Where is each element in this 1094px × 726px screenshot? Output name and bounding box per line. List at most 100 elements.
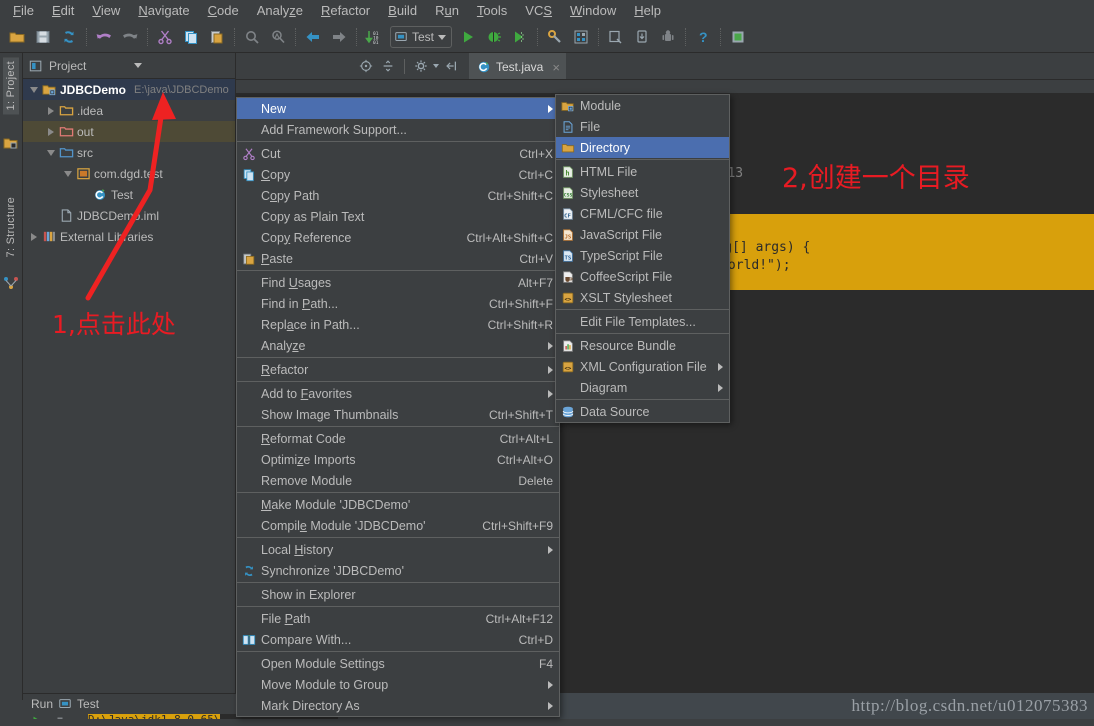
debug-icon[interactable] [482, 25, 506, 49]
cut-icon[interactable] [153, 25, 177, 49]
menu-item-replace-in-path[interactable]: Replace in Path... Ctrl+Shift+R [237, 314, 559, 335]
menu-item-mark-directory-as[interactable]: Mark Directory As [237, 695, 559, 716]
menu-item-module[interactable]: Module [556, 95, 729, 116]
menu-item-coffeescript-file[interactable]: CoffeeScript File [556, 266, 729, 287]
compile-icon[interactable]: 01 10 01 [362, 25, 386, 49]
locate-icon[interactable] [356, 56, 376, 76]
menu-item-copy[interactable]: Copy Ctrl+C [237, 164, 559, 185]
menubar-item-help[interactable]: Help [625, 1, 670, 21]
sidebar-item-structure[interactable]: 7: Structure [3, 193, 19, 261]
tree-item-jdbcdemo-iml[interactable]: JDBCDemo.iml [23, 205, 235, 226]
menu-item-copy-as-plain-text[interactable]: Copy as Plain Text [237, 206, 559, 227]
tree-item--idea[interactable]: .idea [23, 100, 235, 121]
android-device-icon[interactable] [656, 25, 680, 49]
menu-item-local-history[interactable]: Local History [237, 539, 559, 560]
editor-tab-test-java[interactable]: Test.java × [469, 53, 566, 79]
menubar-item-build[interactable]: Build [379, 1, 426, 21]
menu-item-synchronize-jdbcdemo[interactable]: Synchronize 'JDBCDemo' [237, 560, 559, 581]
chevron-down-icon[interactable] [27, 86, 40, 93]
settings-gear-icon[interactable] [411, 56, 431, 76]
menu-item-copy-reference[interactable]: Copy Reference Ctrl+Alt+Shift+C [237, 227, 559, 248]
menu-item-move-module-to-group[interactable]: Move Module to Group [237, 674, 559, 695]
sync-refresh-icon[interactable] [57, 25, 81, 49]
menubar-item-analyze[interactable]: Analyze [248, 1, 312, 21]
menu-item-copy-path[interactable]: Copy Path Ctrl+Shift+C [237, 185, 559, 206]
menu-item-add-framework-support[interactable]: Add Framework Support... [237, 119, 559, 140]
settings-wrench-icon[interactable] [543, 25, 567, 49]
menu-item-add-to-favorites[interactable]: Add to Favorites [237, 383, 559, 404]
menu-item-javascript-file[interactable]: JS JavaScript File [556, 224, 729, 245]
save-all-icon[interactable] [31, 25, 55, 49]
chevron-down-icon[interactable] [44, 149, 57, 156]
menu-item-diagram[interactable]: Diagram [556, 377, 729, 398]
run-configuration-selector[interactable]: Test [390, 26, 453, 48]
back-icon[interactable] [301, 25, 325, 49]
forward-icon[interactable] [327, 25, 351, 49]
find-icon[interactable] [240, 25, 264, 49]
menu-item-resource-bundle[interactable]: Resource Bundle [556, 335, 729, 356]
menubar-item-edit[interactable]: Edit [43, 1, 83, 21]
redo-icon[interactable] [118, 25, 142, 49]
menu-item-find-in-path[interactable]: Find in Path... Ctrl+Shift+F [237, 293, 559, 314]
undo-icon[interactable] [92, 25, 116, 49]
menu-item-file-path[interactable]: File Path Ctrl+Alt+F12 [237, 608, 559, 629]
coverage-icon[interactable] [508, 25, 532, 49]
menu-item-new[interactable]: New [237, 98, 559, 119]
help-icon[interactable]: ? [691, 25, 715, 49]
menubar-item-navigate[interactable]: Navigate [129, 1, 198, 21]
menu-item-cfml-cfc-file[interactable]: CF CFML/CFC file [556, 203, 729, 224]
chevron-right-icon[interactable] [44, 127, 57, 136]
project-panel-header[interactable]: Project [23, 53, 235, 79]
menu-item-xml-configuration-file[interactable]: <> XML Configuration File [556, 356, 729, 377]
tree-item-jdbcdemo[interactable]: JDBCDemo E:\java\JDBCDemo [23, 79, 235, 100]
menu-item-refactor[interactable]: Refactor [237, 359, 559, 380]
menu-item-directory[interactable]: Directory [556, 137, 729, 158]
menu-item-edit-file-templates[interactable]: Edit File Templates... [556, 311, 729, 332]
chevron-down-icon[interactable] [61, 170, 74, 177]
open-folder-icon[interactable] [5, 25, 29, 49]
menu-item-file[interactable]: File [556, 116, 729, 137]
menu-item-compare-with[interactable]: Compare With... Ctrl+D [237, 629, 559, 650]
menubar-item-refactor[interactable]: Refactor [312, 1, 379, 21]
menu-item-remove-module[interactable]: Remove Module Delete [237, 470, 559, 491]
tree-item-src[interactable]: src [23, 142, 235, 163]
menu-item-compile-module-jdbcdemo[interactable]: Compile Module 'JDBCDemo' Ctrl+Shift+F9 [237, 515, 559, 536]
menu-item-analyze[interactable]: Analyze [237, 335, 559, 356]
menu-item-open-module-settings[interactable]: Open Module Settings F4 [237, 653, 559, 674]
menubar-item-file[interactable]: File [4, 1, 43, 21]
menu-item-show-image-thumbnails[interactable]: Show Image Thumbnails Ctrl+Shift+T [237, 404, 559, 425]
menubar-item-view[interactable]: View [83, 1, 129, 21]
sidebar-item-project[interactable]: 1: Project [3, 57, 19, 115]
close-icon[interactable]: × [552, 60, 560, 75]
chevron-down-icon[interactable] [438, 34, 447, 40]
menu-item-find-usages[interactable]: Find Usages Alt+F7 [237, 272, 559, 293]
menu-item-xslt-stylesheet[interactable]: <> XSLT Stylesheet [556, 287, 729, 308]
chevron-down-icon[interactable] [433, 64, 439, 68]
hide-panel-icon[interactable] [441, 56, 461, 76]
copy-icon[interactable] [179, 25, 203, 49]
menubar-item-vcs[interactable]: VCS [516, 1, 561, 21]
menu-item-stylesheet[interactable]: CSS Stylesheet [556, 182, 729, 203]
tree-item-com-dgd-test[interactable]: com.dgd.test [23, 163, 235, 184]
run-icon[interactable] [456, 25, 480, 49]
chevron-right-icon[interactable] [27, 232, 40, 241]
android-sdk-icon[interactable] [604, 25, 628, 49]
menu-item-optimize-imports[interactable]: Optimize Imports Ctrl+Alt+O [237, 449, 559, 470]
menu-item-typescript-file[interactable]: TS TypeScript File [556, 245, 729, 266]
collapse-all-icon[interactable] [378, 56, 398, 76]
menubar-item-window[interactable]: Window [561, 1, 625, 21]
replace-icon[interactable] [266, 25, 290, 49]
chevron-down-icon[interactable] [134, 63, 143, 68]
menu-item-make-module-jdbcdemo[interactable]: Make Module 'JDBCDemo' [237, 494, 559, 515]
menu-item-cut[interactable]: Cut Ctrl+X [237, 143, 559, 164]
menu-item-html-file[interactable]: h HTML File [556, 161, 729, 182]
menu-item-show-in-explorer[interactable]: Show in Explorer [237, 584, 559, 605]
tree-item-external-libraries[interactable]: External Libraries [23, 226, 235, 247]
menu-item-data-source[interactable]: Data Source [556, 401, 729, 422]
tree-item-out[interactable]: out [23, 121, 235, 142]
menubar-item-run[interactable]: Run [426, 1, 468, 21]
menu-item-paste[interactable]: Paste Ctrl+V [237, 248, 559, 269]
tree-item-test[interactable]: Test [23, 184, 235, 205]
avd-manager-icon[interactable] [630, 25, 654, 49]
menu-item-reformat-code[interactable]: Reformat Code Ctrl+Alt+L [237, 428, 559, 449]
